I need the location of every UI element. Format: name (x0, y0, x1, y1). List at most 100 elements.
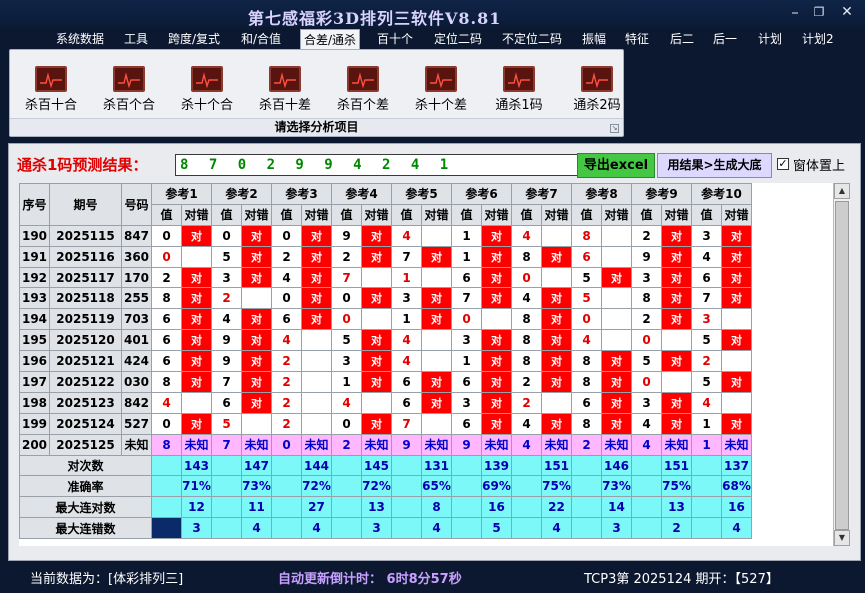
table-row[interactable]: 198 2025123 842 4 6 对 2 4 6 对 3 对 2 6 对 3 对 4 (19, 391, 752, 414)
ribbon-tool-4[interactable]: 杀百个差 (327, 66, 399, 116)
row-code: 847 (121, 224, 152, 247)
ribbon-tool-7[interactable]: 通杀2码 (561, 66, 633, 116)
row-code: 842 (121, 391, 152, 414)
update-countdown: 自动更新倒计时： 6时8分57秒 (278, 572, 462, 587)
ref-result-hit: 对 (241, 329, 272, 352)
restore-button[interactable]: ❐ (808, 4, 830, 20)
grid-scrollbar[interactable]: ▲ ▼ (833, 183, 850, 546)
ref-result-miss (721, 308, 752, 331)
ref-result-hit: 对 (301, 308, 332, 331)
chart-icon (425, 66, 457, 92)
ref-value: 6 (451, 266, 482, 289)
ribbon-tool-5[interactable]: 杀十个差 (405, 66, 477, 116)
ref-result-miss (421, 412, 452, 435)
scroll-down-icon[interactable]: ▼ (834, 530, 850, 546)
menu-item-11[interactable]: 后一 (713, 29, 737, 49)
stats-spacer (391, 517, 422, 540)
ref-value: 4 (511, 412, 542, 435)
table-row[interactable]: 192 2025117 170 2 对 3 对 4 对 7 1 6 对 0 5 对 3 对 6 对 (19, 266, 752, 289)
stats-value: 3 (361, 517, 392, 540)
ref-result-hit: 对 (721, 245, 752, 268)
close-button[interactable]: ✕ (836, 4, 858, 20)
row-code: 170 (121, 266, 152, 289)
table-row[interactable]: 191 2025116 360 0 5 对 2 对 2 对 7 对 1 对 8 对 6 9 对 4 对 (19, 245, 752, 268)
stats-spacer (391, 496, 422, 519)
table-row[interactable]: 193 2025118 255 8 对 2 0 对 0 对 3 对 7 对 4 对 5 8 对 7 对 (19, 287, 752, 310)
ribbon-tool-1[interactable]: 杀百个合 (93, 66, 165, 116)
menu-item-8[interactable]: 振幅 (582, 29, 606, 49)
ref-value: 0 (631, 329, 662, 352)
row-index: 200 (19, 433, 50, 456)
col-header-result: 对错 (181, 203, 212, 226)
row-index: 193 (19, 287, 50, 310)
ribbon-tool-0[interactable]: 杀百十合 (15, 66, 87, 116)
menu-item-9[interactable]: 特征 (625, 29, 649, 49)
ribbon-tool-6[interactable]: 通杀1码 (483, 66, 555, 116)
stats-row: 最大连对数 12 11 27 13 8 16 22 14 13 16 (19, 496, 752, 519)
export-excel-button[interactable]: 导出excel (577, 153, 655, 178)
menu-item-10[interactable]: 后二 (670, 29, 694, 49)
ref-result-hit: 对 (661, 266, 692, 289)
ref-result-hit: 对 (661, 224, 692, 247)
ref-result-miss (421, 266, 452, 289)
ref-value: 0 (571, 308, 602, 331)
table-row[interactable]: 196 2025121 424 6 对 9 对 2 3 对 4 1 对 8 对 8 对 5 对 2 (19, 350, 752, 373)
ref-result-hit: 对 (541, 371, 572, 393)
menu-item-7[interactable]: 不定位二码 (502, 29, 562, 49)
menu-item-13[interactable]: 计划2 (802, 29, 834, 49)
ref-value: 6 (151, 329, 182, 352)
stats-spacer (211, 517, 242, 540)
row-term: 2025119 (49, 308, 122, 331)
ref-value: 3 (451, 391, 482, 414)
stats-value: 4 (241, 517, 272, 540)
table-row[interactable]: 200 2025125 未知 8 未知 7 未知 0 未知 2 未知 9 未知 9 未知 4 未知 2 未知 4 未知 1… (19, 433, 752, 456)
prediction-result-field[interactable]: 8 7 0 2 9 9 4 2 4 1 (175, 154, 583, 176)
stats-spacer (631, 517, 662, 540)
ref-value: 8 (151, 287, 182, 310)
stats-spacer (151, 454, 182, 477)
ref-result-miss (241, 287, 272, 310)
menu-item-6[interactable]: 定位二码 (434, 29, 482, 49)
menu-item-5[interactable]: 百十个 (377, 29, 413, 49)
table-row[interactable]: 195 2025120 401 6 对 9 对 4 5 对 4 3 对 8 对 4 0 5 对 (19, 329, 752, 352)
stats-label: 准确率 (19, 475, 152, 498)
ribbon-tool-label: 杀十个合 (180, 98, 233, 113)
scroll-thumb[interactable] (835, 201, 849, 530)
row-code: 401 (121, 329, 152, 352)
stay-on-top-checkbox[interactable]: ✓ (777, 158, 789, 170)
ref-result: 未知 (361, 433, 392, 456)
ref-value: 6 (571, 391, 602, 414)
menu-item-2[interactable]: 跨度/复式 (168, 29, 220, 49)
ref-value: 1 (451, 245, 482, 268)
table-row[interactable]: 197 2025122 030 8 对 7 对 2 1 对 6 对 6 对 2 对 8 对 0 5 对 (19, 371, 752, 393)
stats-spacer (451, 475, 482, 498)
menu-item-3[interactable]: 和/合值 (241, 29, 281, 49)
menu-item-4[interactable]: 合差/通杀 (300, 29, 361, 49)
ref-result-miss (661, 371, 692, 393)
ref-result-miss (301, 412, 332, 435)
ref-value: 4 (631, 412, 662, 435)
table-row[interactable]: 199 2025124 527 0 对 5 2 0 对 7 6 对 4 对 8 对 4 对 1 对 (19, 412, 752, 435)
row-term: 2025125 (49, 433, 122, 456)
table-row[interactable]: 190 2025115 847 0 对 0 对 0 对 9 对 4 1 对 4 8 2 对 3 对 (19, 224, 752, 247)
generate-base-button[interactable]: 用结果>生成大底 (657, 153, 772, 178)
col-header-result: 对错 (601, 203, 632, 226)
ref-result-hit: 对 (721, 371, 752, 393)
stats-value: 73% (241, 475, 272, 498)
menu-item-12[interactable]: 计划 (758, 29, 782, 49)
minimize-button[interactable]: ⎯ (784, 4, 806, 20)
table-row[interactable]: 194 2025119 703 6 对 4 对 6 对 0 1 对 0 8 对 0 2 对 3 (19, 308, 752, 331)
col-header-result: 对错 (481, 203, 512, 226)
stats-spacer (211, 454, 242, 477)
ref-result-miss (301, 371, 332, 393)
menu-item-1[interactable]: 工具 (124, 29, 148, 49)
ribbon-tool-3[interactable]: 杀百十差 (249, 66, 321, 116)
stats-value: 73% (601, 475, 632, 498)
ref-result-hit: 对 (721, 287, 752, 310)
ribbon-tool-2[interactable]: 杀十个合 (171, 66, 243, 116)
ref-result: 未知 (721, 433, 752, 456)
ribbon-expand-icon[interactable]: ↘ (610, 124, 619, 133)
menu-item-0[interactable]: 系统数据 (56, 29, 104, 49)
ribbon-tool-label: 杀百十合 (24, 98, 77, 113)
scroll-up-icon[interactable]: ▲ (834, 183, 850, 199)
